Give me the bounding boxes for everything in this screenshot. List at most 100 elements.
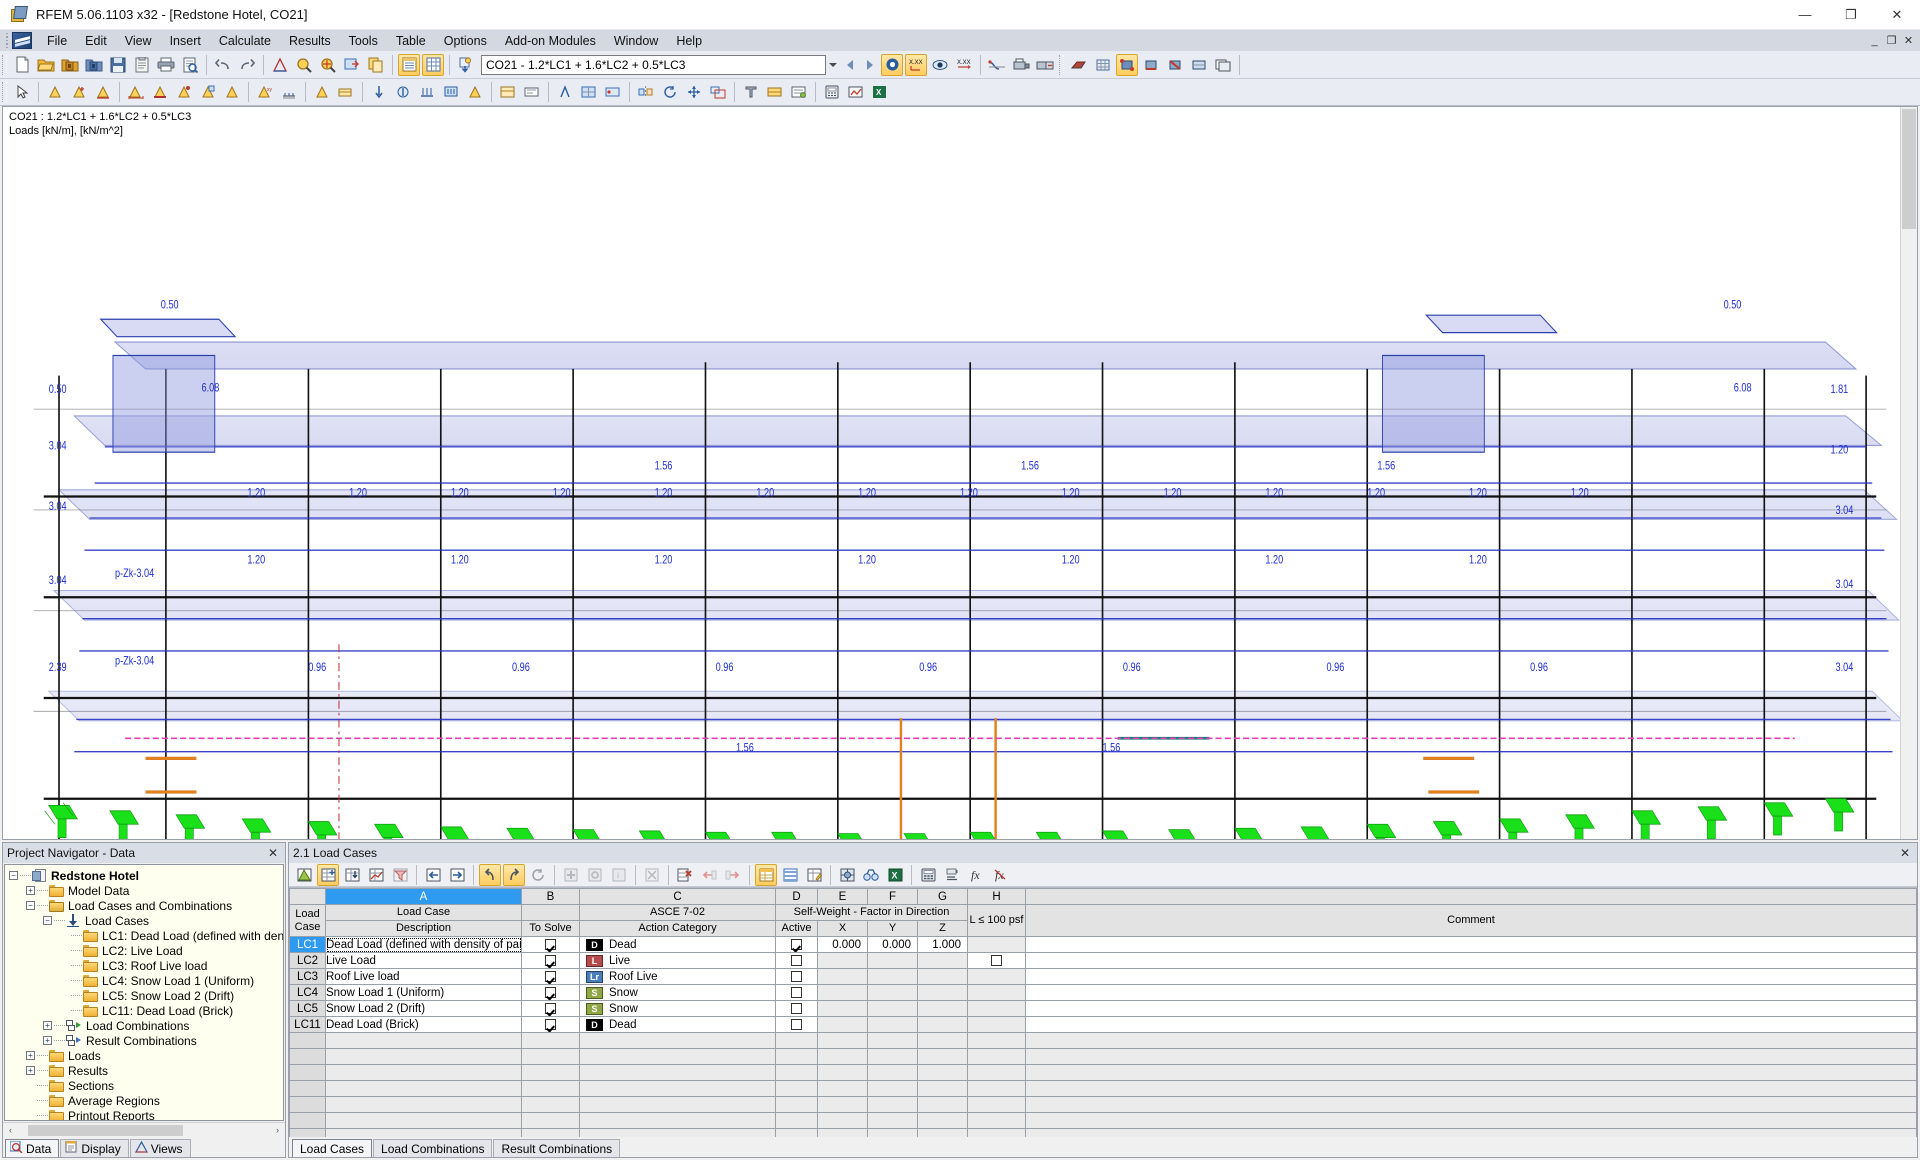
delete-left-icon[interactable] <box>698 864 720 886</box>
cell-empty[interactable] <box>325 1112 522 1129</box>
cell-active[interactable] <box>775 1016 818 1033</box>
table-empty-row[interactable] <box>289 1112 1917 1129</box>
cell-z[interactable]: 1.000 <box>917 936 968 953</box>
to-solve-checkbox[interactable] <box>545 1018 556 1030</box>
cell-to-solve[interactable] <box>521 952 580 969</box>
cell-empty[interactable] <box>775 1032 818 1049</box>
cell-y[interactable] <box>867 1000 918 1017</box>
tree-item-lc1-dead-load-defined-with-density-of[interactable]: LC1: Dead Load (defined with density of <box>9 928 283 943</box>
tree-item-load-cases-and-combinations[interactable]: − Load Cases and Combinations <box>9 898 283 913</box>
cell-description[interactable]: Dead Load (defined with density of pane <box>325 936 522 953</box>
sort-icon[interactable] <box>941 864 963 886</box>
redo-icon[interactable] <box>236 54 258 76</box>
tree-item-loads[interactable]: + Loads <box>9 1048 283 1063</box>
table-row[interactable]: LC2 Live Load L Live <box>289 952 1917 969</box>
menu-edit[interactable]: Edit <box>76 32 116 50</box>
node-plus-icon[interactable] <box>68 81 90 103</box>
prev-col-icon[interactable] <box>422 864 444 886</box>
active-checkbox[interactable] <box>791 938 802 950</box>
rotate-icon[interactable] <box>659 81 681 103</box>
load-case-combo-chevron-down-icon[interactable] <box>825 55 840 74</box>
cell-empty[interactable] <box>967 1112 1026 1129</box>
window-icon[interactable] <box>1212 54 1234 76</box>
tree-item-average-regions[interactable]: Average Regions <box>9 1093 283 1108</box>
active-checkbox[interactable] <box>791 954 802 966</box>
column-header-e[interactable]: E <box>817 888 868 905</box>
surface-load-icon[interactable] <box>440 81 462 103</box>
cell-z[interactable] <box>917 984 968 1001</box>
dimension-icon[interactable] <box>521 81 543 103</box>
active-checkbox[interactable] <box>791 970 802 982</box>
table-view-icon[interactable] <box>398 53 420 76</box>
cell-empty[interactable] <box>579 1080 776 1097</box>
cell-empty[interactable] <box>967 1128 1026 1137</box>
cell-x[interactable] <box>817 1016 868 1033</box>
cell-action-category[interactable]: L Live <box>579 952 776 969</box>
cell-action-category[interactable]: D Dead <box>579 1016 776 1033</box>
print-preview-icon[interactable] <box>179 54 201 76</box>
tab-result-combinations[interactable]: Result Combinations <box>493 1139 621 1157</box>
navigator-horizontal-scrollbar[interactable]: ‹ › <box>3 1122 285 1137</box>
cell-empty[interactable] <box>579 1032 776 1049</box>
cell-y[interactable] <box>867 952 918 969</box>
row-header-empty[interactable] <box>289 1032 326 1049</box>
cell-description[interactable]: Live Load <box>325 952 522 969</box>
close-button[interactable]: ✕ <box>1874 0 1920 30</box>
surface-select-icon[interactable] <box>1188 54 1210 76</box>
to-solve-checkbox[interactable] <box>545 954 556 966</box>
cell-empty[interactable] <box>867 1032 918 1049</box>
menu-view[interactable]: View <box>116 32 161 50</box>
cell-empty[interactable] <box>817 1128 868 1137</box>
cell-empty[interactable] <box>817 1064 868 1081</box>
minimize-button[interactable]: — <box>1782 0 1828 30</box>
material-icon[interactable] <box>764 81 786 103</box>
excel-icon[interactable]: X <box>884 864 906 886</box>
cell-l-limit[interactable] <box>967 968 1026 985</box>
zoom-target-icon[interactable] <box>317 54 339 76</box>
navigator-tab-views[interactable]: Views <box>129 1139 191 1157</box>
active-checkbox[interactable] <box>791 986 802 998</box>
cell-description[interactable]: Roof Live load <box>325 968 522 985</box>
imperfection-icon[interactable] <box>497 81 519 103</box>
zoom-icon[interactable] <box>293 54 315 76</box>
cell-empty[interactable] <box>917 1064 968 1081</box>
column-header-c[interactable]: C <box>579 888 776 905</box>
cell-empty[interactable] <box>521 1048 580 1065</box>
cell-empty[interactable] <box>1025 1112 1917 1129</box>
row-header-loadcase-no[interactable]: LC1 <box>289 936 326 953</box>
menu-insert[interactable]: Insert <box>161 32 210 50</box>
load-cases-grid-container[interactable]: A B C D E F G H Load Case Load Case ASCE… <box>289 887 1917 1137</box>
cell-empty[interactable] <box>521 1064 580 1081</box>
menu-results[interactable]: Results <box>280 32 340 50</box>
tree-item-printout-reports[interactable]: Printout Reports <box>9 1108 283 1120</box>
cell-empty[interactable] <box>917 1048 968 1065</box>
cell-empty[interactable] <box>1025 1128 1917 1137</box>
row-header-empty[interactable] <box>289 1112 326 1129</box>
menu-window[interactable]: Window <box>605 32 667 50</box>
cell-to-solve[interactable] <box>521 936 580 953</box>
node-select-icon[interactable] <box>1116 53 1138 76</box>
cell-x[interactable]: 0.000 <box>817 936 868 953</box>
export-down-icon[interactable] <box>341 864 363 886</box>
cell-empty[interactable] <box>1025 1032 1917 1049</box>
info-icon[interactable]: i <box>608 864 630 886</box>
delete-row-icon[interactable] <box>674 864 696 886</box>
tree-expander-minus-icon[interactable]: − <box>43 916 52 925</box>
cell-empty[interactable] <box>1025 1064 1917 1081</box>
cell-description[interactable]: Snow Load 2 (Drift) <box>325 1000 522 1017</box>
cell-empty[interactable] <box>521 1032 580 1049</box>
snap-icon[interactable] <box>602 81 624 103</box>
row-header-empty[interactable] <box>289 1128 326 1137</box>
nodal-support-icon[interactable] <box>278 81 300 103</box>
export-xls-icon[interactable]: X <box>869 81 891 103</box>
generate-icon[interactable] <box>788 81 810 103</box>
grid-icon[interactable] <box>578 81 600 103</box>
scale-icon[interactable] <box>707 81 729 103</box>
cell-empty[interactable] <box>579 1112 776 1129</box>
cell-empty[interactable] <box>325 1048 522 1065</box>
cell-y[interactable] <box>867 1016 918 1033</box>
visibility-icon[interactable] <box>929 54 951 76</box>
cell-action-category[interactable]: D Dead <box>579 936 776 953</box>
calculator-icon[interactable] <box>917 864 939 886</box>
cell-active[interactable] <box>775 968 818 985</box>
